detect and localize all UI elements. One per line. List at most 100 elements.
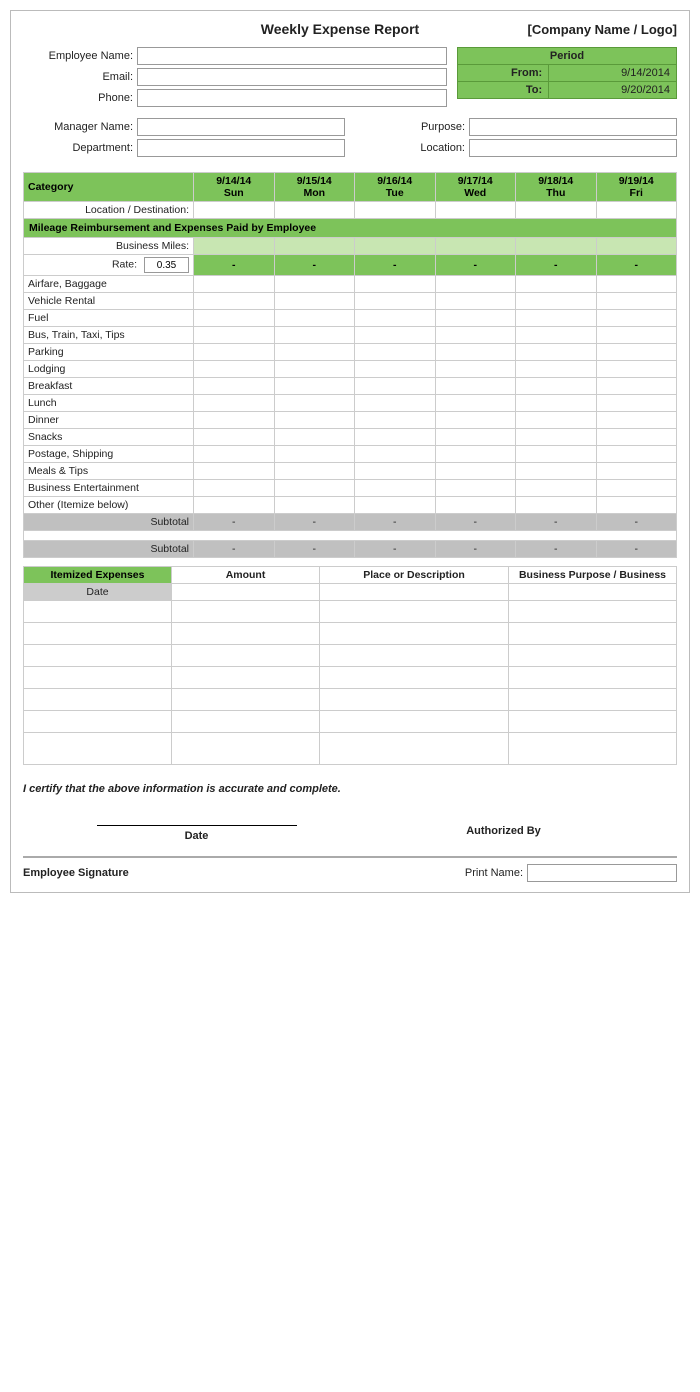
cat7-tue[interactable] <box>355 395 436 412</box>
cat0-sun[interactable] <box>194 276 275 293</box>
cat2-fri[interactable] <box>596 310 677 327</box>
cat7-wed[interactable] <box>435 395 516 412</box>
item0-place[interactable] <box>320 601 509 623</box>
item2-place[interactable] <box>320 645 509 667</box>
cat9-wed[interactable] <box>435 429 516 446</box>
cat9-mon[interactable] <box>274 429 355 446</box>
cat3-mon[interactable] <box>274 327 355 344</box>
cat2-thu[interactable] <box>516 310 597 327</box>
cat10-mon[interactable] <box>274 446 355 463</box>
item4-place[interactable] <box>320 689 509 711</box>
department-input[interactable] <box>137 139 345 157</box>
loc-dest-thu[interactable] <box>516 202 597 219</box>
rate-input[interactable] <box>144 257 189 273</box>
loc-dest-mon[interactable] <box>274 202 355 219</box>
item0-date[interactable] <box>24 601 172 623</box>
item0-amount[interactable] <box>172 601 320 623</box>
loc-dest-sun[interactable] <box>194 202 275 219</box>
cat1-mon[interactable] <box>274 293 355 310</box>
cat11-thu[interactable] <box>516 463 597 480</box>
item6-date[interactable] <box>24 733 172 765</box>
cat12-mon[interactable] <box>274 480 355 497</box>
cat6-sun[interactable] <box>194 378 275 395</box>
cat5-sun[interactable] <box>194 361 275 378</box>
cat13-mon[interactable] <box>274 497 355 514</box>
cat4-mon[interactable] <box>274 344 355 361</box>
item5-amount[interactable] <box>172 711 320 733</box>
biz-miles-sun[interactable] <box>194 238 275 255</box>
cat13-sun[interactable] <box>194 497 275 514</box>
location-input[interactable] <box>469 139 677 157</box>
cat8-thu[interactable] <box>516 412 597 429</box>
cat5-fri[interactable] <box>596 361 677 378</box>
cat2-sun[interactable] <box>194 310 275 327</box>
cat4-thu[interactable] <box>516 344 597 361</box>
cat3-sun[interactable] <box>194 327 275 344</box>
cat8-wed[interactable] <box>435 412 516 429</box>
item4-business[interactable] <box>509 689 677 711</box>
cat3-tue[interactable] <box>355 327 436 344</box>
item1-date[interactable] <box>24 623 172 645</box>
cat8-sun[interactable] <box>194 412 275 429</box>
item3-date[interactable] <box>24 667 172 689</box>
cat1-tue[interactable] <box>355 293 436 310</box>
cat5-thu[interactable] <box>516 361 597 378</box>
cat8-tue[interactable] <box>355 412 436 429</box>
loc-dest-wed[interactable] <box>435 202 516 219</box>
cat9-thu[interactable] <box>516 429 597 446</box>
cat8-mon[interactable] <box>274 412 355 429</box>
email-input[interactable] <box>137 68 447 86</box>
loc-dest-tue[interactable] <box>355 202 436 219</box>
cat10-tue[interactable] <box>355 446 436 463</box>
biz-miles-mon[interactable] <box>274 238 355 255</box>
item3-business[interactable] <box>509 667 677 689</box>
item3-amount[interactable] <box>172 667 320 689</box>
item1-place[interactable] <box>320 623 509 645</box>
cat12-fri[interactable] <box>596 480 677 497</box>
cat10-sun[interactable] <box>194 446 275 463</box>
cat9-fri[interactable] <box>596 429 677 446</box>
cat11-sun[interactable] <box>194 463 275 480</box>
manager-input[interactable] <box>137 118 345 136</box>
cat10-fri[interactable] <box>596 446 677 463</box>
cat7-mon[interactable] <box>274 395 355 412</box>
cat2-mon[interactable] <box>274 310 355 327</box>
cat13-tue[interactable] <box>355 497 436 514</box>
cat1-fri[interactable] <box>596 293 677 310</box>
biz-miles-wed[interactable] <box>435 238 516 255</box>
cat0-fri[interactable] <box>596 276 677 293</box>
cat11-wed[interactable] <box>435 463 516 480</box>
cat11-mon[interactable] <box>274 463 355 480</box>
cat0-thu[interactable] <box>516 276 597 293</box>
cat3-fri[interactable] <box>596 327 677 344</box>
cat12-sun[interactable] <box>194 480 275 497</box>
cat0-mon[interactable] <box>274 276 355 293</box>
cat7-thu[interactable] <box>516 395 597 412</box>
cat3-wed[interactable] <box>435 327 516 344</box>
item2-date[interactable] <box>24 645 172 667</box>
cat5-wed[interactable] <box>435 361 516 378</box>
cat4-sun[interactable] <box>194 344 275 361</box>
purpose-input[interactable] <box>469 118 677 136</box>
item4-amount[interactable] <box>172 689 320 711</box>
cat1-sun[interactable] <box>194 293 275 310</box>
cat7-fri[interactable] <box>596 395 677 412</box>
cat4-wed[interactable] <box>435 344 516 361</box>
cat5-mon[interactable] <box>274 361 355 378</box>
biz-miles-fri[interactable] <box>596 238 677 255</box>
cat8-fri[interactable] <box>596 412 677 429</box>
cat5-tue[interactable] <box>355 361 436 378</box>
item5-place[interactable] <box>320 711 509 733</box>
cat7-sun[interactable] <box>194 395 275 412</box>
cat10-thu[interactable] <box>516 446 597 463</box>
cat13-thu[interactable] <box>516 497 597 514</box>
cat6-mon[interactable] <box>274 378 355 395</box>
cat6-wed[interactable] <box>435 378 516 395</box>
item6-business[interactable] <box>509 733 677 765</box>
cat2-wed[interactable] <box>435 310 516 327</box>
cat12-thu[interactable] <box>516 480 597 497</box>
item3-place[interactable] <box>320 667 509 689</box>
cat1-thu[interactable] <box>516 293 597 310</box>
cat9-sun[interactable] <box>194 429 275 446</box>
item6-amount[interactable] <box>172 733 320 765</box>
